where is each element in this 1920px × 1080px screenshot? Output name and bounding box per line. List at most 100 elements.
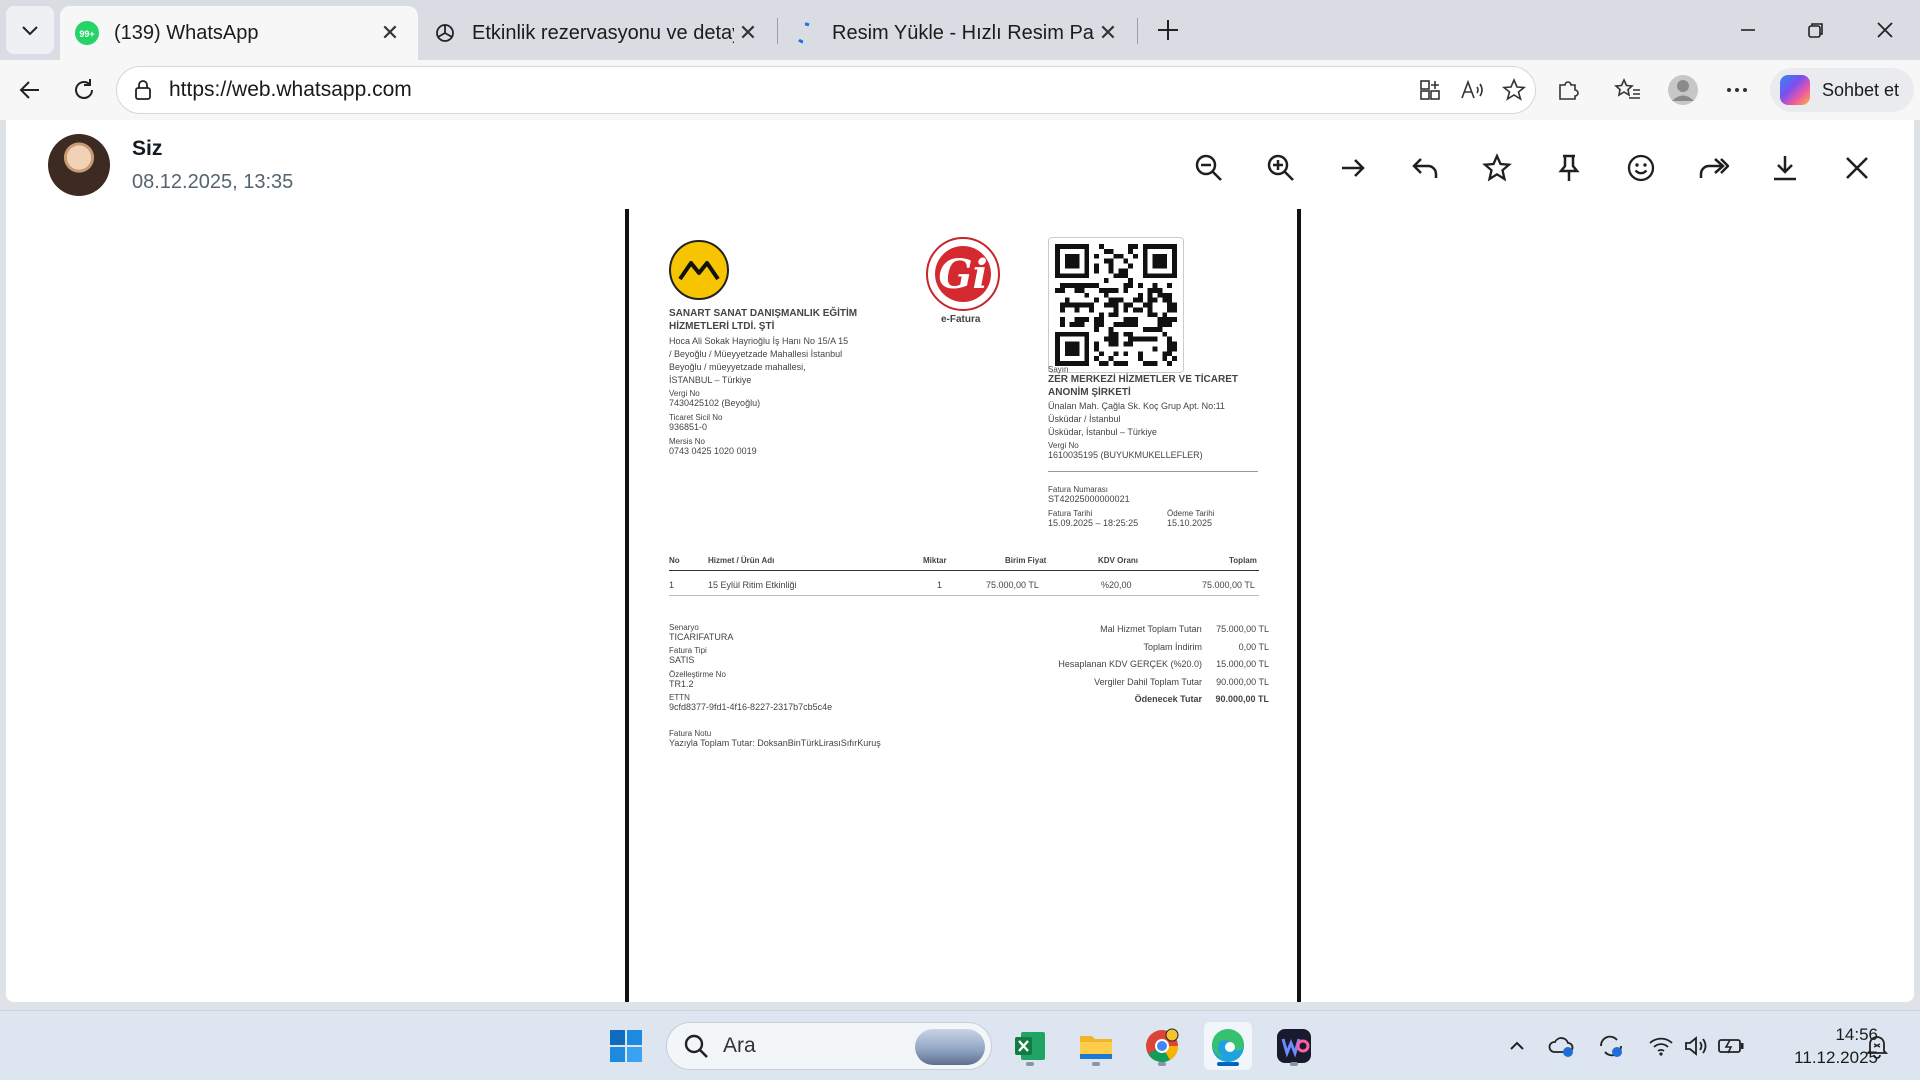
read-aloud-button[interactable] [1452, 70, 1492, 110]
tab-whatsapp[interactable]: 99+ (139) WhatsApp ✕ [60, 6, 418, 60]
qr-module [1167, 351, 1173, 357]
reload-button[interactable] [64, 70, 104, 110]
zoom-out-button[interactable] [1187, 146, 1231, 190]
pin-button[interactable] [1547, 146, 1591, 190]
sync-tray-button[interactable] [1596, 1031, 1626, 1061]
browser-toolbar: https://web.whatsapp.com Sohbet et [0, 60, 1920, 120]
folder-icon [1080, 1036, 1112, 1059]
close-tab-button[interactable]: ✕ [1094, 19, 1122, 47]
download-button[interactable] [1763, 146, 1807, 190]
tab-resim-yukle[interactable]: Resim Yükle - Hızlı Resim Paylaş - ✕ [778, 6, 1136, 60]
new-tab-button[interactable] [1150, 12, 1186, 48]
volume-tray-button[interactable] [1681, 1031, 1711, 1061]
favorites-button[interactable] [1608, 70, 1648, 110]
close-window-button[interactable] [1862, 10, 1908, 50]
edge-taskbar-button[interactable] [1204, 1022, 1252, 1070]
seller-name-1: SANART SANAT DANIŞMANLIK EĞİTİM [669, 308, 858, 319]
total-value: 15.000,00 TL [1216, 659, 1269, 669]
active-indicator [1217, 1062, 1239, 1066]
qr-module [1079, 283, 1085, 288]
chatgpt-icon [432, 20, 458, 46]
media-viewer: Siz 08.12.2025, 13:35 SANART SANAT DANIŞ… [6, 120, 1914, 1002]
qr-module [1167, 341, 1173, 347]
back-button[interactable] [10, 70, 50, 110]
qr-module [1162, 351, 1168, 357]
start-button[interactable] [602, 1022, 650, 1070]
qr-module [1118, 253, 1124, 259]
close-tab-button[interactable]: ✕ [376, 19, 404, 47]
cloud-icon [1548, 1037, 1574, 1057]
excel-taskbar-button[interactable] [1006, 1022, 1054, 1070]
qr-module [1113, 273, 1119, 279]
qr-module [1157, 292, 1163, 298]
qr-module [1172, 307, 1177, 313]
react-button[interactable] [1619, 146, 1663, 190]
close-viewer-button[interactable] [1835, 146, 1879, 190]
qr-module [1128, 283, 1134, 288]
close-tab-button[interactable]: ✕ [734, 19, 762, 47]
speaker-icon [1685, 1036, 1707, 1056]
tab-etkinlik[interactable]: Etkinlik rezervasyonu ve detaylar ✕ [418, 6, 776, 60]
qr-module [1157, 317, 1163, 323]
file-explorer-taskbar-button[interactable] [1072, 1022, 1120, 1070]
show-hidden-icons-button[interactable] [1502, 1031, 1532, 1061]
chrome-taskbar-button[interactable] [1138, 1022, 1186, 1070]
total-label: Hesaplanan KDV GERÇEK (%20.0) [1058, 659, 1202, 669]
copilot-button[interactable]: Sohbet et [1770, 68, 1914, 112]
onedrive-tray-button[interactable] [1546, 1031, 1576, 1061]
address-bar[interactable]: https://web.whatsapp.com [116, 66, 1536, 114]
qr-module [1162, 331, 1168, 337]
profile-button[interactable] [1663, 70, 1703, 110]
qr-module [1162, 322, 1168, 327]
qr-module [1113, 331, 1119, 337]
qr-module [1137, 356, 1143, 362]
taskbar-search[interactable]: Ara [666, 1022, 992, 1070]
minimize-button[interactable] [1725, 10, 1771, 50]
seller-address-1: Hoca Ali Sokak Hayrioğlu İş Hanı No 15/A… [669, 336, 849, 346]
scenario: TICARIFATURA [669, 632, 734, 642]
qr-module [1094, 322, 1099, 327]
app-available-button[interactable] [1410, 70, 1450, 110]
qr-module [1098, 312, 1104, 318]
notifications-button[interactable] [1862, 1031, 1892, 1061]
qr-module [1064, 297, 1070, 303]
qr-module [1142, 361, 1148, 366]
app-taskbar-button[interactable] [1270, 1022, 1318, 1070]
tab-search-button[interactable] [6, 6, 54, 54]
settings-menu-button[interactable] [1717, 70, 1757, 110]
invoice-no-label: Fatura Numarası [1048, 485, 1109, 494]
reply-button[interactable] [1403, 146, 1447, 190]
qr-module [1147, 292, 1153, 298]
qr-module [1074, 307, 1080, 313]
go-to-message-button[interactable] [1331, 146, 1375, 190]
favorite-button[interactable] [1494, 70, 1534, 110]
table-header-divider [669, 570, 1259, 571]
qr-module [1152, 297, 1158, 303]
qr-module [1094, 341, 1099, 347]
qr-module [1152, 346, 1158, 352]
lock-icon[interactable] [131, 78, 155, 102]
forward-button[interactable] [1691, 146, 1735, 190]
qr-module [1167, 283, 1173, 288]
wifi-icon [1649, 1037, 1673, 1056]
notification-bell-icon [1865, 1036, 1889, 1059]
qr-module [1108, 263, 1114, 269]
qr-module [1059, 283, 1065, 288]
qr-module [1152, 361, 1158, 366]
qr-module [1123, 317, 1129, 323]
extensions-button[interactable] [1548, 70, 1588, 110]
qr-module [1147, 287, 1153, 293]
star-message-button[interactable] [1475, 146, 1519, 190]
qr-finder-pattern [1064, 341, 1080, 357]
qr-module [1157, 322, 1163, 327]
qr-module [1103, 292, 1109, 298]
battery-tray-button[interactable] [1716, 1031, 1746, 1061]
zoom-in-button[interactable] [1259, 146, 1303, 190]
qr-module [1147, 302, 1153, 308]
restore-button[interactable] [1793, 10, 1839, 50]
qr-module [1108, 331, 1114, 337]
qr-module [1113, 297, 1119, 303]
efatura-label: e-Fatura [941, 314, 981, 325]
wifi-tray-button[interactable] [1646, 1031, 1676, 1061]
viewer-actions [6, 146, 1914, 190]
